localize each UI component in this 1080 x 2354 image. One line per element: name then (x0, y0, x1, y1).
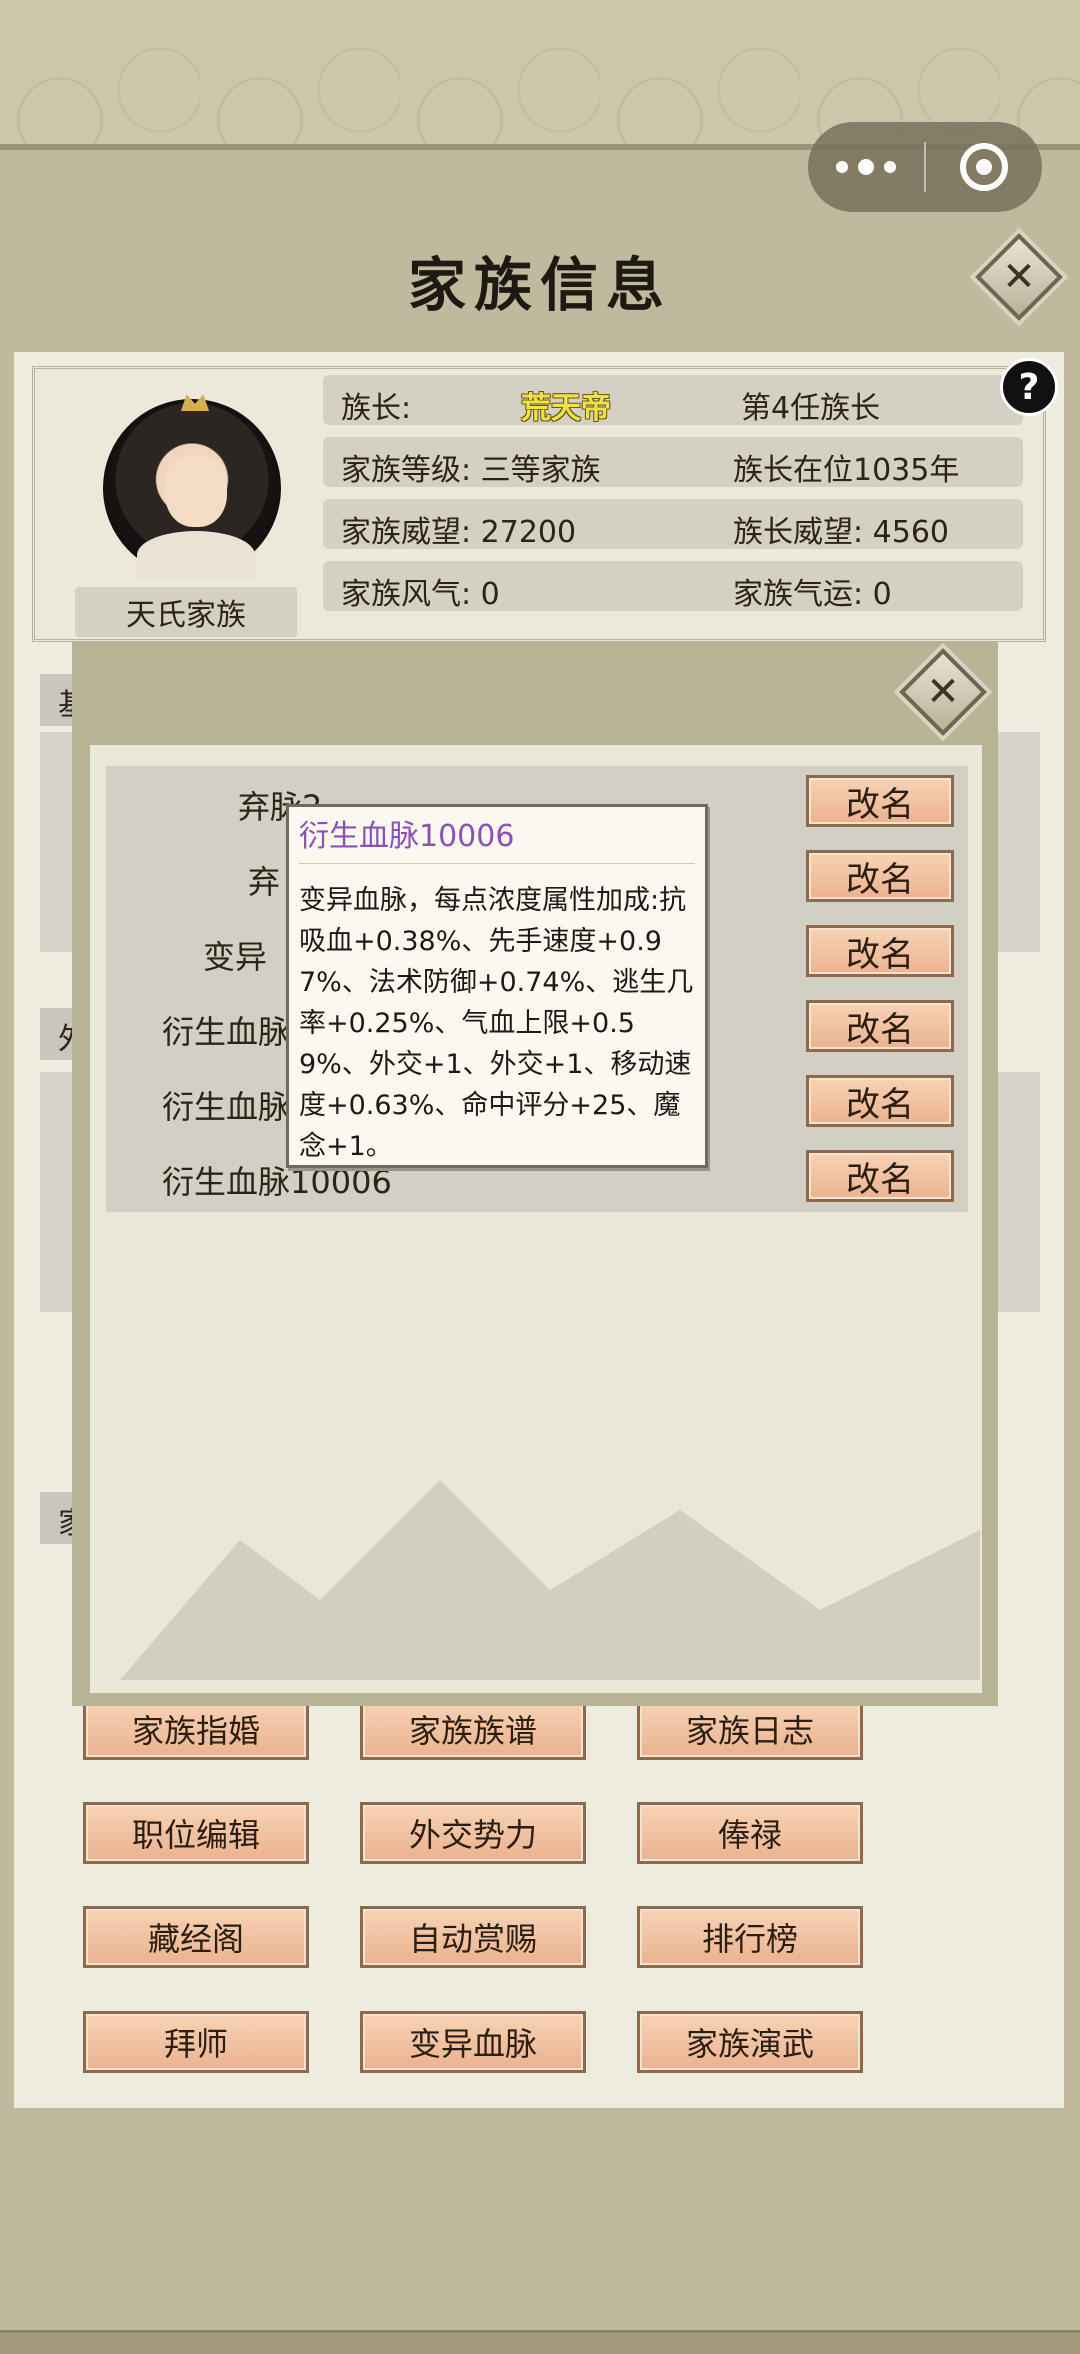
close-icon: ✕ (926, 669, 960, 715)
mountain-watermark (120, 1480, 980, 1680)
help-icon[interactable]: ? (1000, 358, 1058, 416)
info-row-level: 家族等级: 三等家族 族长在位1035年 (323, 437, 1023, 488)
close-icon: ✕ (1002, 254, 1036, 300)
tooltip-divider (299, 863, 695, 864)
tooltip-title: 衍生血脉10006 (299, 819, 515, 854)
btn-family-tree[interactable]: 家族族谱 (360, 1698, 586, 1760)
bloodline-tooltip: 衍生血脉10006 变异血脉，每点浓度属性加成:抗吸血+0.38%、先手速度+0… (286, 804, 708, 1168)
rename-button[interactable]: 改名 (806, 925, 954, 977)
rename-button[interactable]: 改名 (806, 1000, 954, 1052)
family-fortune: 家族气运: 0 (733, 577, 892, 612)
rename-button[interactable]: 改名 (806, 775, 954, 827)
rename-button[interactable]: 改名 (806, 1075, 954, 1127)
tooltip-body: 变异血脉，每点浓度属性加成:抗吸血+0.38%、先手速度+0.97%、法术防御+… (299, 885, 694, 1162)
btn-family-drill[interactable]: 家族演武 (637, 2011, 863, 2073)
btn-family-log[interactable]: 家族日志 (637, 1698, 863, 1760)
family-header: 天氏家族 族长: 荒天帝 第4任族长 家族等级: 三等家族 族长在位1035年 … (32, 366, 1046, 642)
family-prestige: 家族威望: 27200 (341, 515, 577, 550)
leader-tenure: 族长在位1035年 (733, 453, 960, 488)
leader-generation: 第4任族长 (741, 391, 881, 426)
more-dots-icon[interactable] (808, 122, 924, 212)
leader-prestige: 族长威望: 4560 (733, 515, 949, 550)
lineage-name: 衍生血脉 (162, 1088, 291, 1126)
family-level: 家族等级: 三等家族 (341, 453, 601, 488)
family-name: 天氏家族 (75, 587, 297, 637)
leader-label: 族长: (341, 391, 412, 426)
bottom-decor-band (0, 2330, 1080, 2354)
btn-apprentice[interactable]: 拜师 (83, 2011, 309, 2073)
crown-icon (181, 394, 209, 411)
miniprogram-capsule (808, 122, 1042, 212)
page-title: 家族信息 (407, 251, 672, 319)
info-row-prestige: 家族威望: 27200 族长威望: 4560 (323, 499, 1023, 550)
btn-diplomacy[interactable]: 外交势力 (360, 1802, 586, 1864)
lineage-name: 变异 (203, 938, 268, 976)
rename-button[interactable]: 改名 (806, 1150, 954, 1202)
btn-family-marriage[interactable]: 家族指婚 (83, 1698, 309, 1760)
leader-name[interactable]: 荒天帝 (521, 383, 611, 427)
family-ethos: 家族风气: 0 (341, 577, 500, 612)
lineage-name: 弃 (248, 863, 281, 901)
rename-button[interactable]: 改名 (806, 850, 954, 902)
btn-position-edit[interactable]: 职位编辑 (83, 1802, 309, 1864)
btn-mutant-bloodline[interactable]: 变异血脉 (360, 2011, 586, 2073)
info-row-ethos: 家族风气: 0 家族气运: 0 (323, 561, 1023, 612)
btn-ranking[interactable]: 排行榜 (637, 1906, 863, 1968)
info-row-leader: 族长: 荒天帝 第4任族长 (323, 375, 1023, 427)
btn-auto-reward[interactable]: 自动赏赐 (360, 1906, 586, 1968)
leader-avatar[interactable] (103, 394, 281, 579)
btn-salary[interactable]: 俸禄 (637, 1802, 863, 1864)
lineage-name: 衍生血脉 (162, 1013, 291, 1051)
target-icon[interactable] (926, 122, 1042, 212)
btn-library[interactable]: 藏经阁 (83, 1906, 309, 1968)
